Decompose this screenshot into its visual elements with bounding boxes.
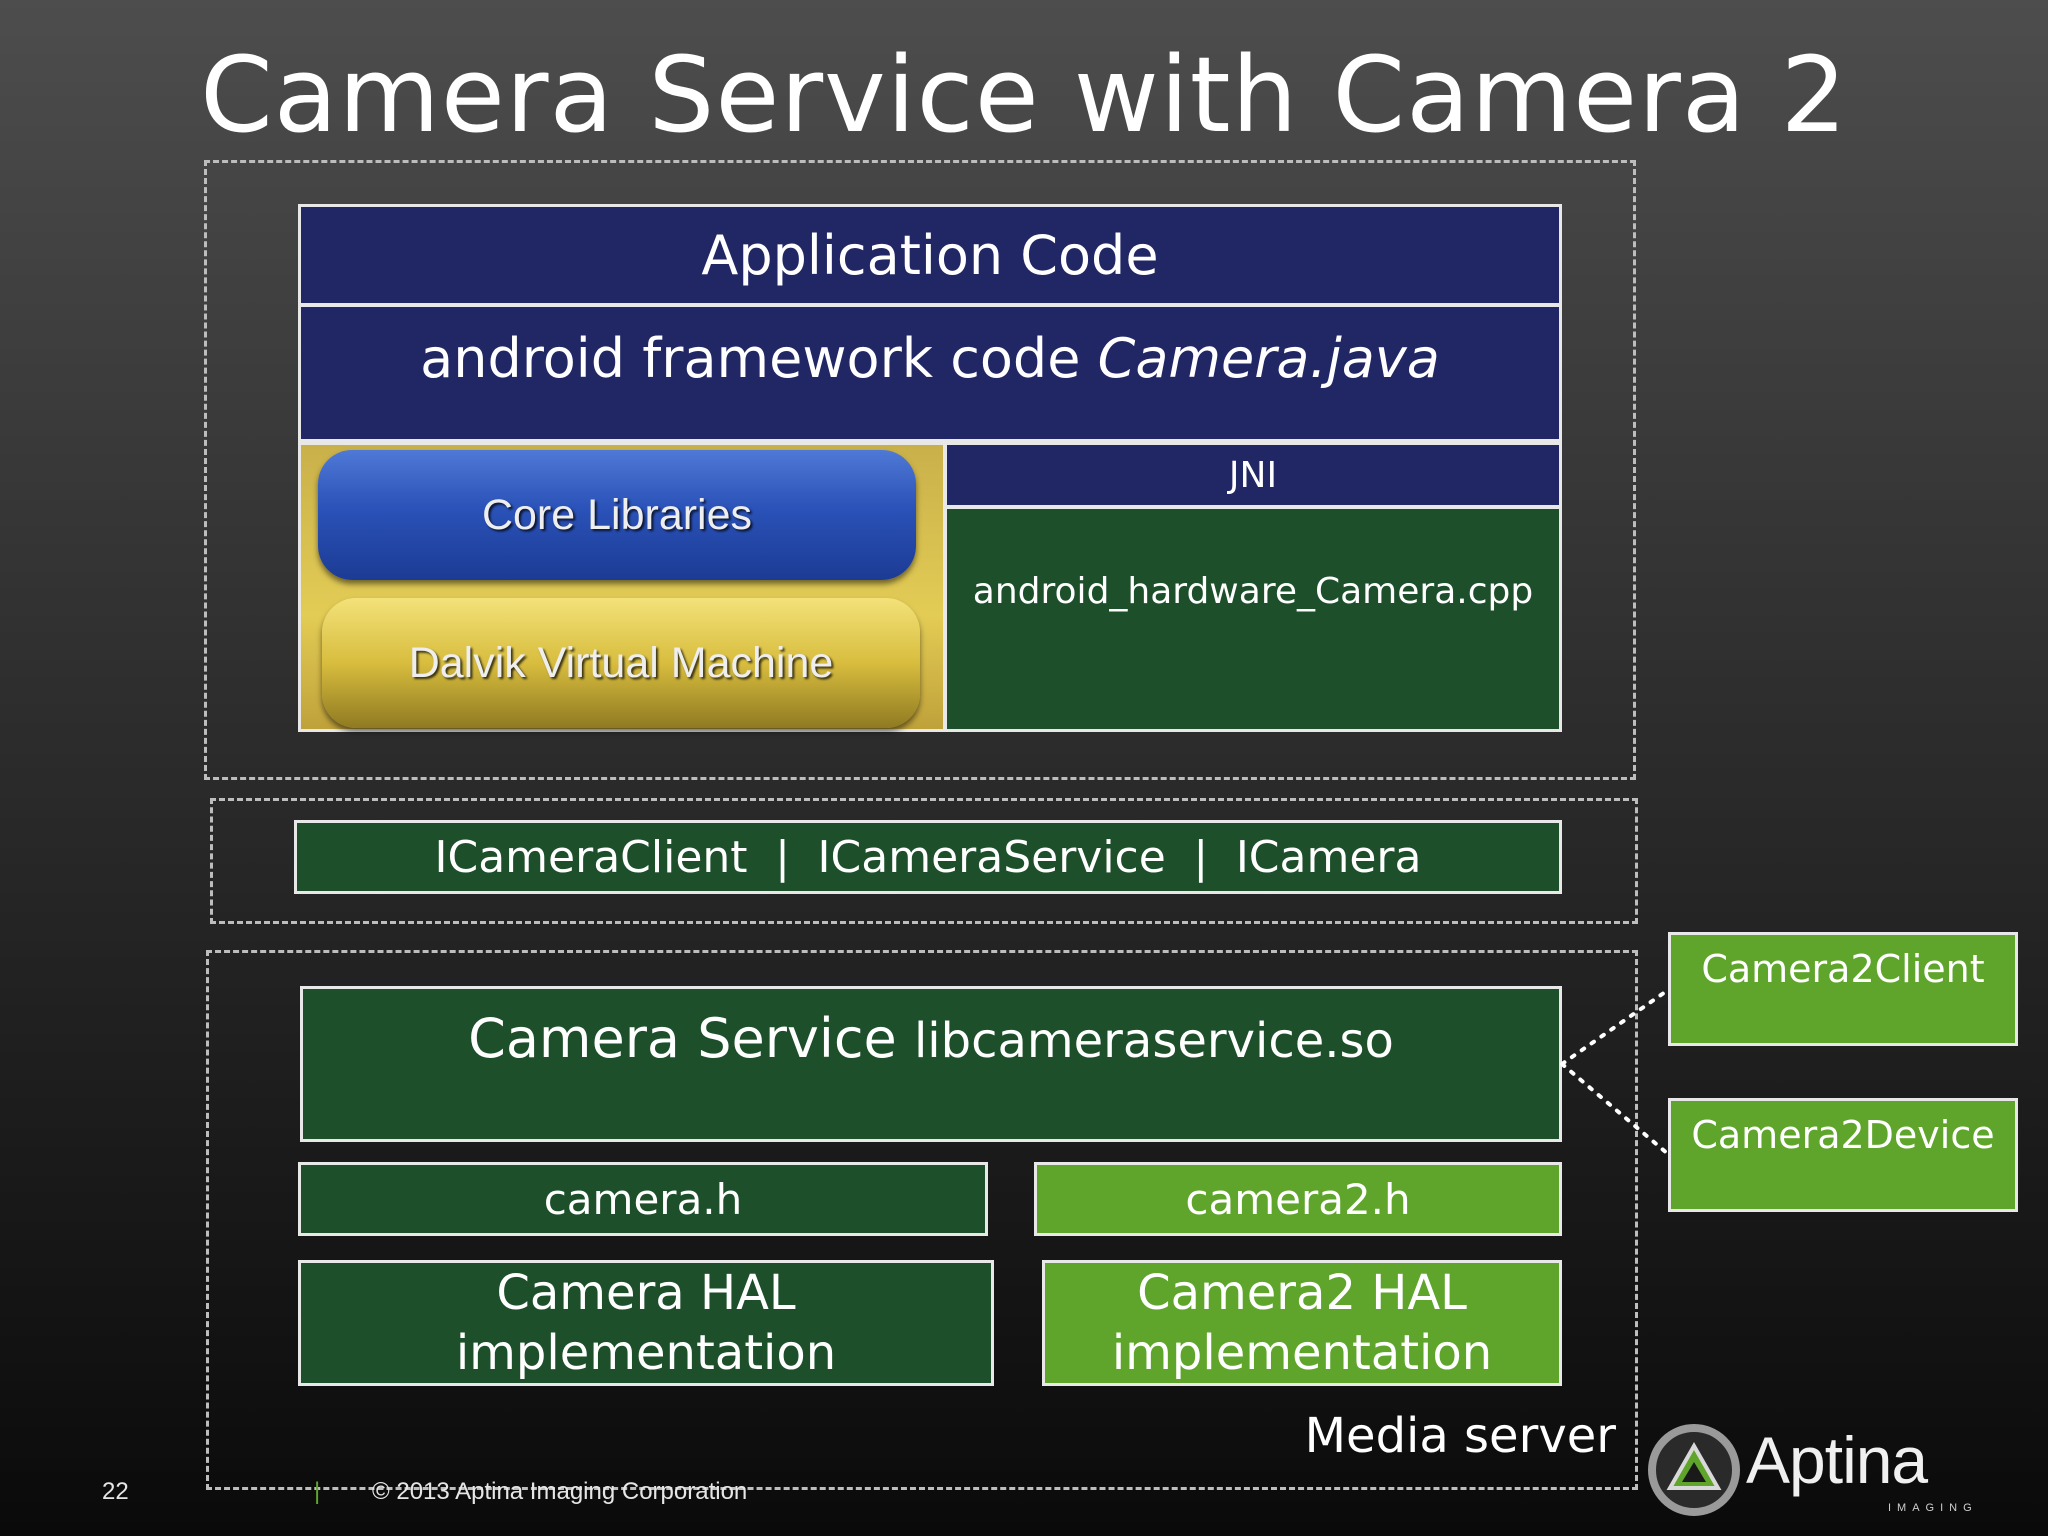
binder-interfaces-box: ICameraClient | ICameraService | ICamera xyxy=(294,820,1562,894)
media-server-label: Media server xyxy=(1304,1408,1616,1464)
slide-title: Camera Service with Camera 2 xyxy=(200,34,1848,156)
camera-hal-line2: implementation xyxy=(455,1325,837,1381)
core-libraries-label: Core Libraries xyxy=(481,490,753,539)
aptina-logo-wordmark: Aptina xyxy=(1746,1423,1928,1497)
binder-item-icameraclient: ICameraClient xyxy=(434,831,748,883)
binder-separator: | xyxy=(1193,831,1209,883)
page-number: 22 xyxy=(102,1478,129,1505)
core-libraries-pill: Core Libraries xyxy=(318,450,916,580)
aptina-logo-icon xyxy=(1648,1424,1740,1516)
copyright-text: © 2013 Aptina Imaging Corporation xyxy=(372,1478,748,1505)
camera2-h-label: camera2.h xyxy=(1185,1174,1411,1224)
camera-h-box: camera.h xyxy=(298,1162,988,1236)
jni-label: JNI xyxy=(1228,454,1278,496)
application-code-box: Application Code xyxy=(298,204,1562,306)
footer-divider: | xyxy=(314,1478,321,1505)
camera2-hal-line1: Camera2 HAL xyxy=(1137,1265,1467,1321)
aptina-logo-tagline: IMAGING xyxy=(1888,1502,1978,1514)
camera2-device-box: Camera2Device xyxy=(1668,1098,2018,1212)
camera-service-lib: libcameraservice.so xyxy=(913,1013,1394,1069)
camera2-hal-line2: implementation xyxy=(1111,1325,1493,1381)
aptina-logo: Aptina IMAGING xyxy=(1648,1420,1978,1520)
application-code-label: Application Code xyxy=(701,223,1159,287)
framework-code-label: android framework code Camera.java xyxy=(420,327,1440,390)
camera-service-label: Camera Service libcameraservice.so xyxy=(468,1007,1394,1070)
binder-item-icamera: ICamera xyxy=(1235,831,1422,883)
camera-h-label: camera.h xyxy=(543,1174,743,1224)
jni-box: JNI xyxy=(944,442,1562,508)
camera2-h-box: camera2.h xyxy=(1034,1162,1562,1236)
camera2-client-box: Camera2Client xyxy=(1668,932,2018,1046)
camera2-hal-box: Camera2 HAL implementation xyxy=(1042,1260,1562,1386)
dalvik-vm-label: Dalvik Virtual Machine xyxy=(408,638,834,687)
camera-hal-box: Camera HAL implementation xyxy=(298,1260,994,1386)
jni-cpp-box: android_hardware_Camera.cpp xyxy=(944,506,1562,732)
framework-code-prefix: android framework code xyxy=(420,327,1081,390)
binder-separator: | xyxy=(775,831,790,883)
jni-cpp-label: android_hardware_Camera.cpp xyxy=(972,571,1534,612)
dalvik-vm-pill: Dalvik Virtual Machine xyxy=(322,598,920,728)
camera2-client-label: Camera2Client xyxy=(1701,947,1985,991)
framework-code-box: android framework code Camera.java xyxy=(298,304,1562,442)
binder-item-icameraservice: ICameraService xyxy=(817,831,1166,883)
camera-service-box: Camera Service libcameraservice.so xyxy=(300,986,1562,1142)
camera2-device-label: Camera2Device xyxy=(1691,1113,1995,1157)
framework-code-file: Camera.java xyxy=(1097,327,1440,390)
camera-hal-line1: Camera HAL xyxy=(496,1265,796,1321)
camera-service-name: Camera Service xyxy=(468,1007,897,1070)
